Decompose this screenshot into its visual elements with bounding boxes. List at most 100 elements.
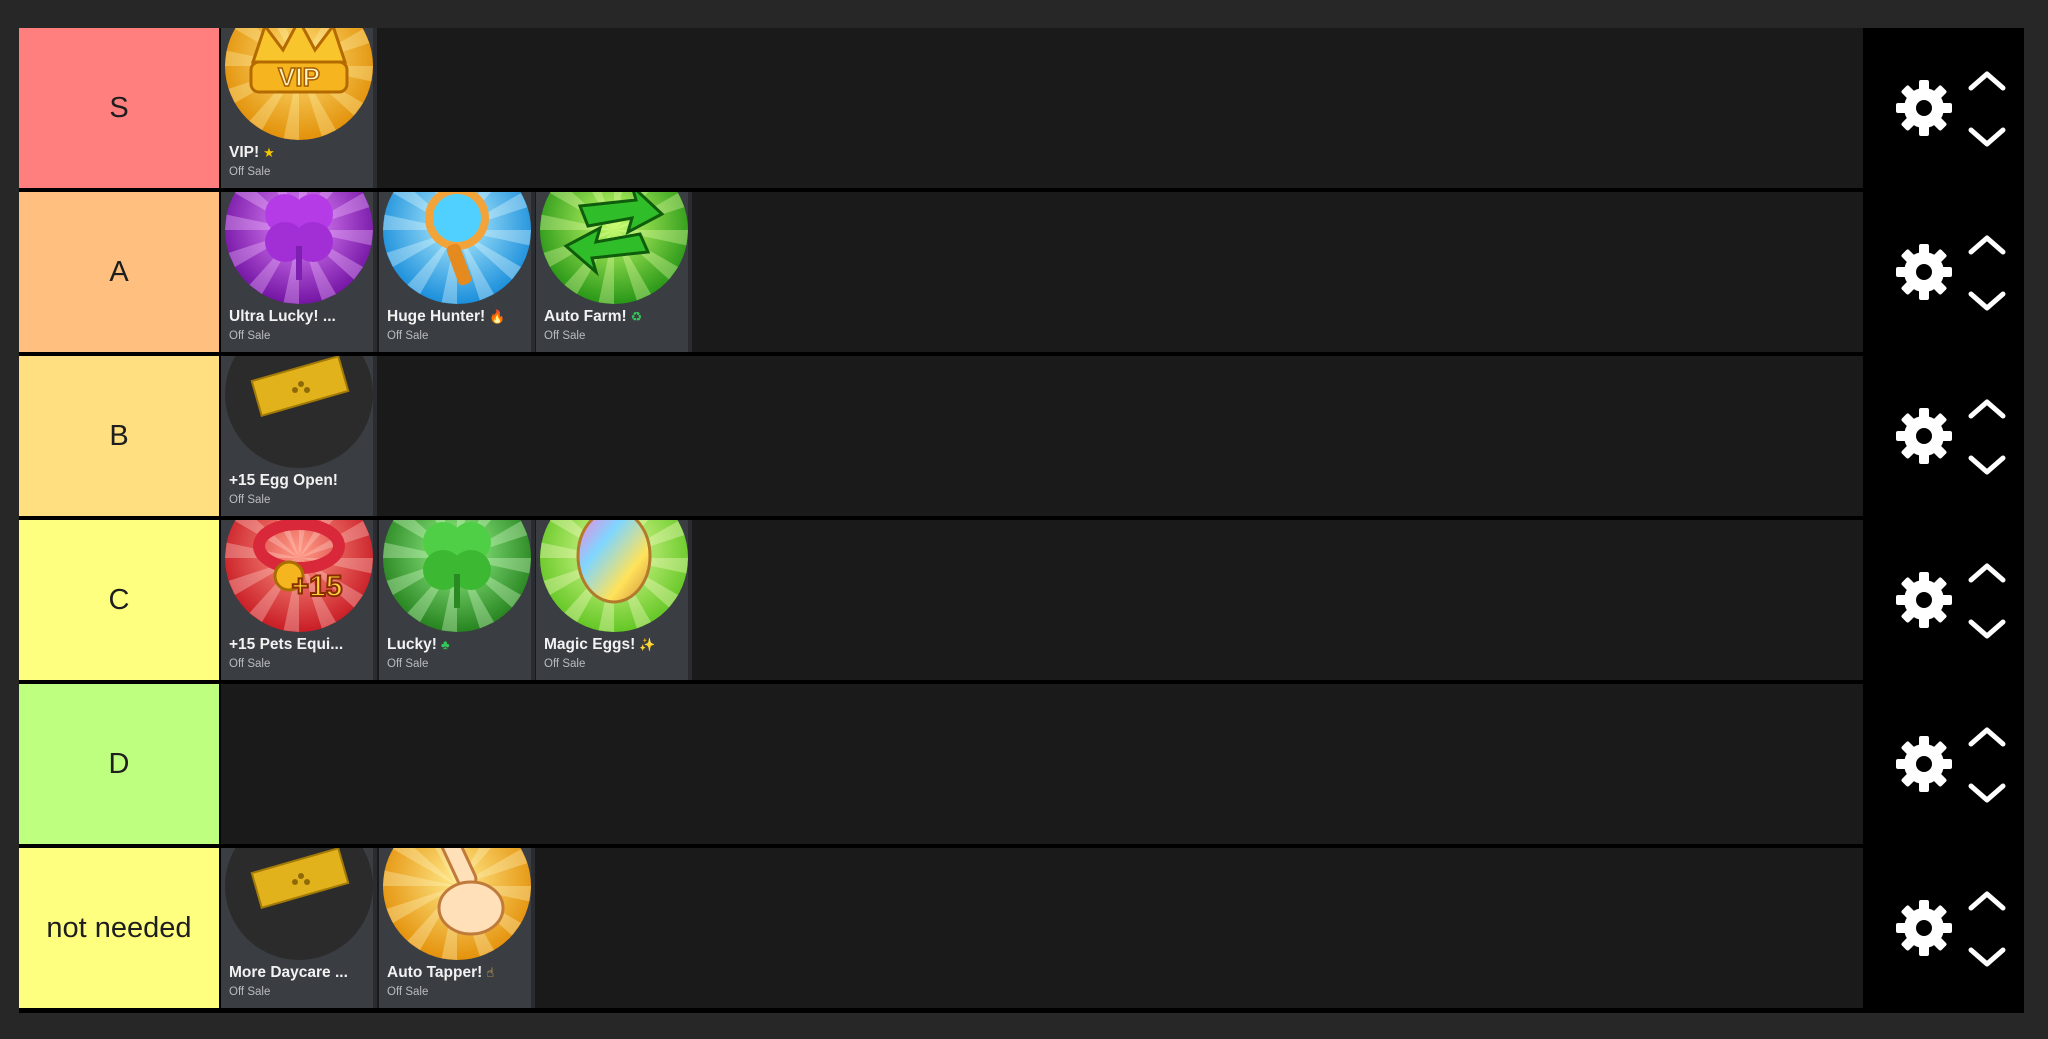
gear-icon[interactable] [1894,734,1954,794]
tier-row: D [19,684,2024,844]
item-emoji: 🔥 [489,309,506,324]
item-name-text: Magic Eggs! [544,636,636,653]
gold-ticket-icon [225,356,373,468]
item-name-text: Huge Hunter! [387,308,486,325]
item-emoji: ✨ [639,637,656,652]
item-name: Magic Eggs! ✨ [544,636,655,654]
chevron-down-icon[interactable] [1965,780,2009,808]
chevron-down-icon[interactable] [1965,616,2009,644]
tier-row: C +15 +15 Pets Equi... Off Sale Lucky! ♣ Off… [19,520,2024,680]
tier-item-card[interactable]: +15 +15 Pets Equi... Off Sale [221,520,377,680]
item-name: VIP! ★ [229,144,275,162]
tapping-hand-icon [383,848,531,960]
tier-items-dropzone[interactable]: +15 Egg Open! Off Sale [221,356,1863,516]
chevron-down-icon[interactable] [1965,124,2009,152]
item-status: Off Sale [229,658,271,670]
item-name: Auto Farm! ♻ [544,308,642,326]
tier-row: B +15 Egg Open! Off Sale [19,356,2024,516]
tier-item-card[interactable]: More Daycare ... Off Sale [221,848,377,1008]
rainbow-egg-icon [540,520,688,632]
tier-label[interactable]: not needed [19,848,219,1008]
item-status: Off Sale [387,658,429,670]
item-status: Off Sale [229,330,271,342]
chevron-up-icon[interactable] [1965,66,2009,94]
magnifying-glass-icon [383,192,531,304]
tier-item-card[interactable]: Ultra Lucky! ... Off Sale [221,192,377,352]
tier-controls [1863,684,2024,844]
tier-list: S VIP VIP! ★ Off Sale A Ultra Lucky! ... Off… [19,28,2024,1013]
item-emoji: ★ [263,145,275,160]
card-edge [531,192,535,352]
gear-icon[interactable] [1894,570,1954,630]
item-status: Off Sale [229,166,271,178]
item-name: Lucky! ♣ [387,636,450,654]
tier-label[interactable]: A [19,192,219,352]
tier-controls [1863,192,2024,352]
card-edge [531,848,535,1008]
tier-items-dropzone[interactable]: More Daycare ... Off Sale Auto Tapper! ☝ Of… [221,848,1863,1008]
gear-icon[interactable] [1894,78,1954,138]
tier-items-dropzone[interactable]: VIP VIP! ★ Off Sale [221,28,1863,188]
item-name-text: Auto Tapper! [387,964,483,981]
chevron-up-icon[interactable] [1965,394,2009,422]
item-name: Huge Hunter! 🔥 [387,308,505,326]
item-name-text: Ultra Lucky! ... [229,308,336,325]
chevron-up-icon[interactable] [1965,886,2009,914]
tier-label[interactable]: D [19,684,219,844]
item-name: More Daycare ... [229,964,348,982]
item-emoji: ♻ [630,309,643,324]
chevron-down-icon[interactable] [1965,452,2009,480]
tier-controls [1863,28,2024,188]
tier-items-dropzone[interactable] [221,684,1863,844]
chevron-up-icon[interactable] [1965,722,2009,750]
svg-text:VIP: VIP [278,62,320,92]
item-name: Ultra Lucky! ... [229,308,336,326]
gear-icon[interactable] [1894,406,1954,466]
item-name-text: +15 Pets Equi... [229,636,344,653]
item-name: +15 Pets Equi... [229,636,343,654]
item-status: Off Sale [229,986,271,998]
gear-icon[interactable] [1894,898,1954,958]
tier-row: not needed More Daycare ... Off Sale Auto… [19,848,2024,1008]
tier-label[interactable]: S [19,28,219,188]
tier-item-card[interactable]: Auto Tapper! ☝ Off Sale [379,848,535,1008]
item-status: Off Sale [387,986,429,998]
item-name-text: Auto Farm! [544,308,627,325]
card-edge [688,520,692,680]
item-name-text: More Daycare ... [229,964,348,981]
card-edge [373,356,377,516]
tier-item-card[interactable]: VIP VIP! ★ Off Sale [221,28,377,188]
card-edge [688,192,692,352]
chevron-up-icon[interactable] [1965,230,2009,258]
tier-item-card[interactable]: Huge Hunter! 🔥 Off Sale [379,192,535,352]
tier-controls [1863,520,2024,680]
chevron-down-icon[interactable] [1965,288,2009,316]
chevron-down-icon[interactable] [1965,944,2009,972]
chevron-up-icon[interactable] [1965,558,2009,586]
tier-item-card[interactable]: +15 Egg Open! Off Sale [221,356,377,516]
tier-controls [1863,356,2024,516]
tier-item-card[interactable]: Auto Farm! ♻ Off Sale [536,192,692,352]
item-name: +15 Egg Open! [229,472,338,490]
item-name-text: +15 Egg Open! [229,472,338,489]
item-name-text: VIP! [229,144,260,161]
item-status: Off Sale [544,330,586,342]
tier-item-card[interactable]: Lucky! ♣ Off Sale [379,520,535,680]
item-status: Off Sale [387,330,429,342]
gear-icon[interactable] [1894,242,1954,302]
gold-ticket-icon [225,848,373,960]
auto-farm-arrows-icon [540,192,688,304]
item-status: Off Sale [229,494,271,506]
svg-text:+15: +15 [292,570,343,603]
tier-items-dropzone[interactable]: Ultra Lucky! ... Off Sale Huge Hunter! 🔥 Of… [221,192,1863,352]
tier-items-dropzone[interactable]: +15 +15 Pets Equi... Off Sale Lucky! ♣ Off S… [221,520,1863,680]
card-edge [373,192,377,352]
tier-label[interactable]: B [19,356,219,516]
tier-item-card[interactable]: Magic Eggs! ✨ Off Sale [536,520,692,680]
tier-row: A Ultra Lucky! ... Off Sale Huge Hunter! 🔥… [19,192,2024,352]
item-emoji: ☝ [486,965,495,980]
pet-collar-icon: +15 [225,520,373,632]
tier-label[interactable]: C [19,520,219,680]
card-edge [373,520,377,680]
item-name-text: Lucky! [387,636,437,653]
